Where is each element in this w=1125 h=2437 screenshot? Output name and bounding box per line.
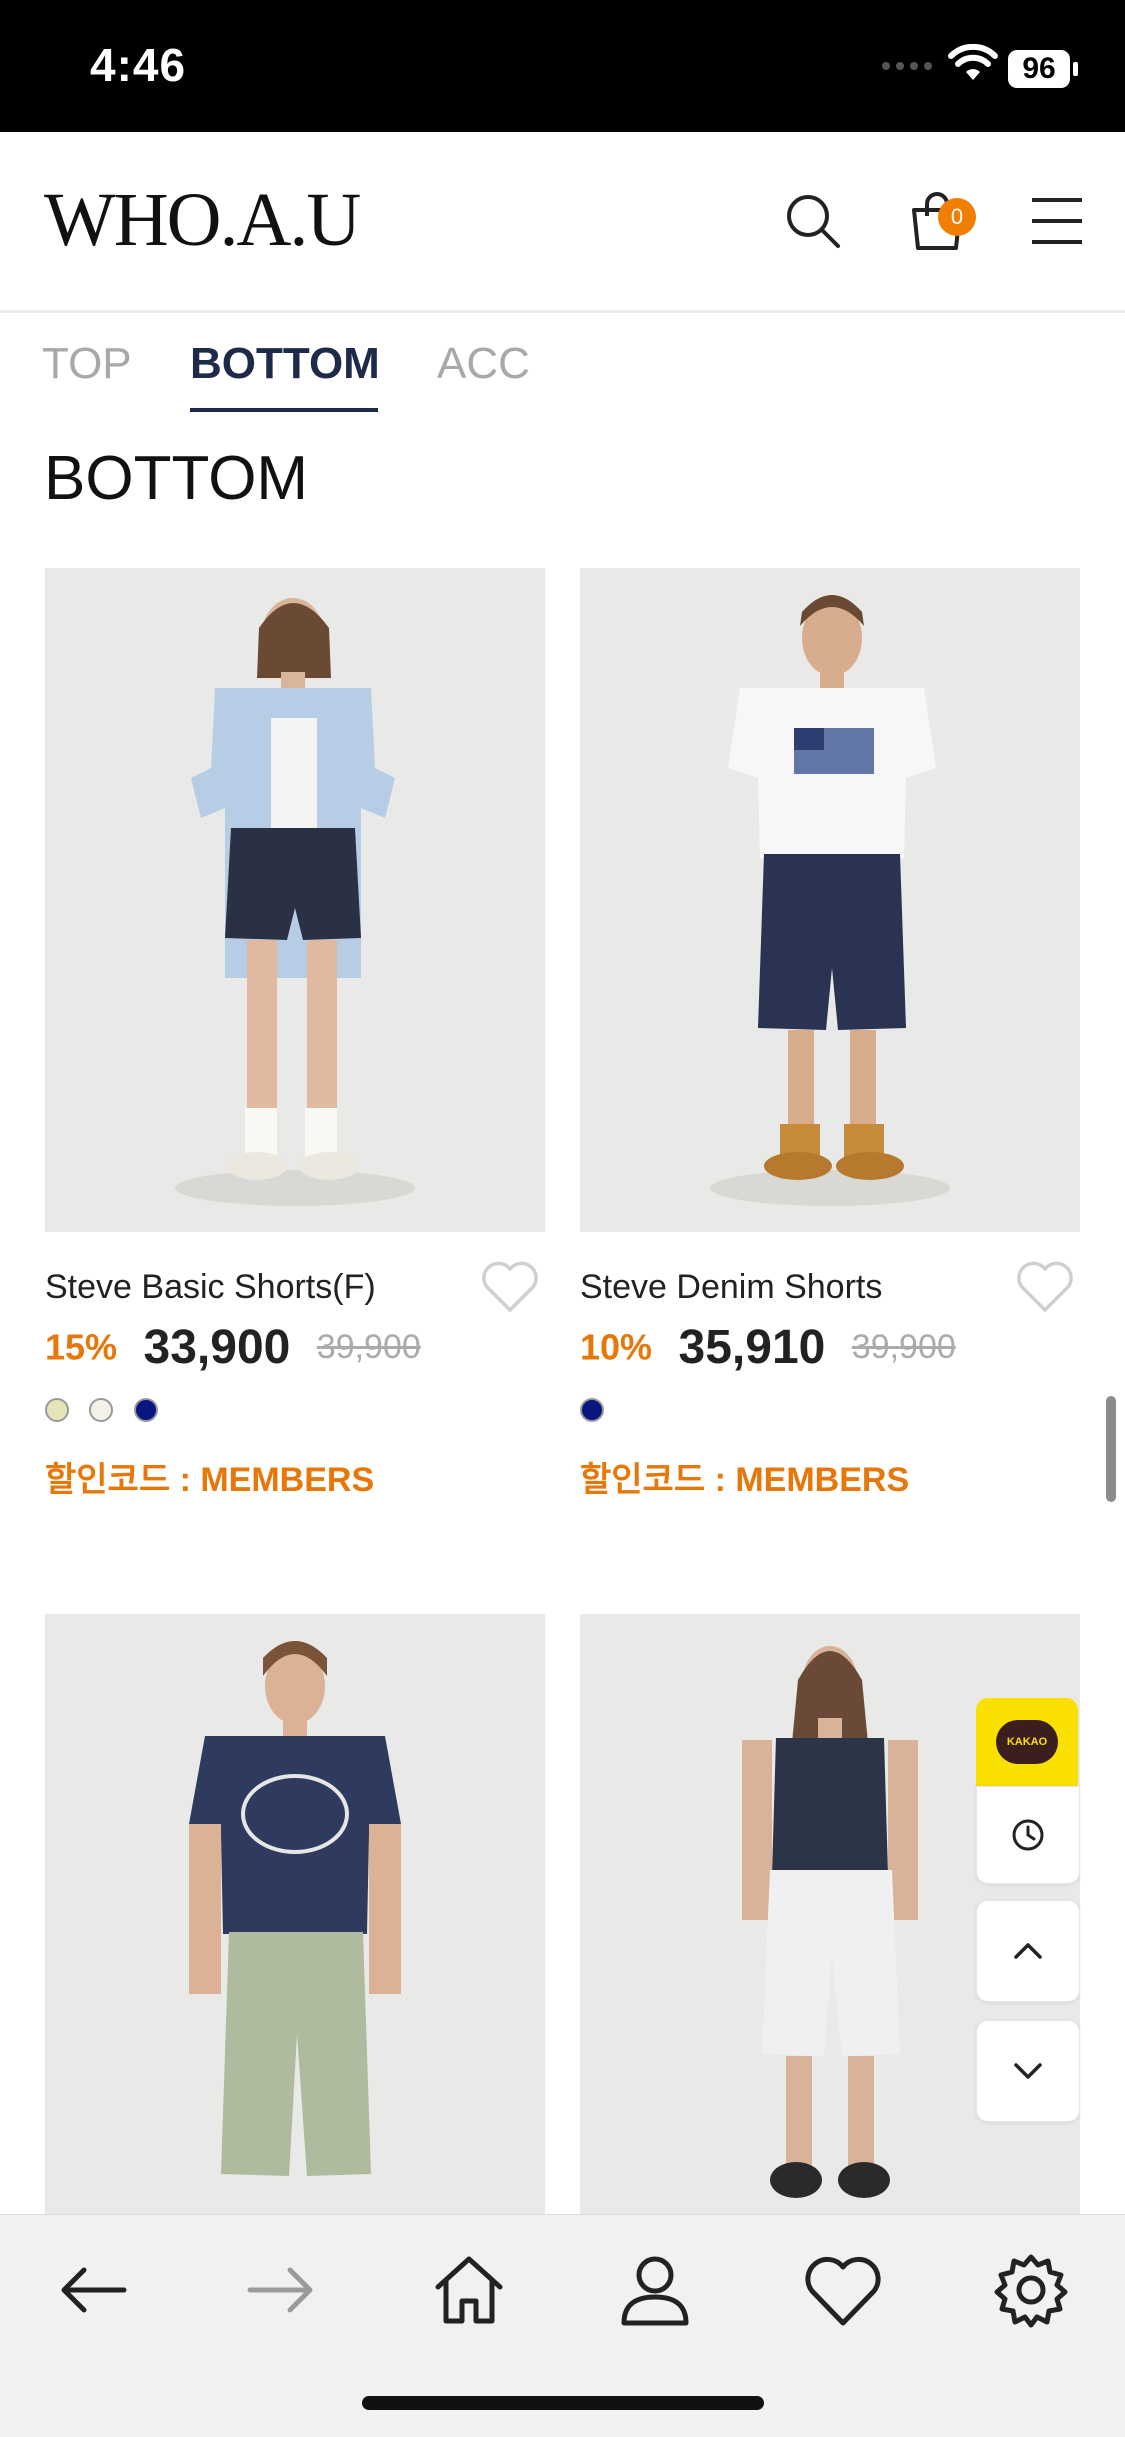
product-card[interactable]: Steve Basic Shorts(F) 15% 33,900 39,900 … (45, 568, 545, 1499)
price-row: 10% 35,910 39,900 (580, 1320, 956, 1380)
product-image[interactable] (45, 1614, 545, 2214)
tab-bottom[interactable]: BOTTOM (190, 334, 380, 394)
kakao-chat-button[interactable]: KAKAO (976, 1698, 1078, 1786)
color-swatches (580, 1398, 620, 1430)
color-swatch (45, 1398, 69, 1422)
kakao-icon: KAKAO (996, 1720, 1058, 1764)
promo-code: 할인코드 : MEMBERS (45, 1461, 375, 1499)
active-tab-indicator (190, 408, 378, 412)
forward-arrow-icon[interactable] (236, 2245, 326, 2335)
battery-nub (1073, 62, 1078, 76)
color-swatch (133, 1398, 158, 1422)
discount-percent: 15% (45, 1326, 118, 1368)
menu-icon[interactable] (1024, 188, 1090, 254)
product-name[interactable]: Steve Denim Shorts (580, 1268, 882, 1307)
home-icon[interactable] (424, 2245, 514, 2335)
status-bar: 4:46 96 (0, 0, 1125, 132)
original-price: 39,900 (316, 1328, 421, 1366)
product-card[interactable] (45, 1614, 545, 2214)
chevron-up-icon (1014, 1943, 1042, 1959)
original-price: 39,900 (851, 1328, 956, 1366)
color-swatches (45, 1398, 174, 1430)
sale-price: 35,910 (678, 1321, 826, 1374)
brand-logo[interactable]: WHO.A.U (44, 180, 361, 260)
promo-code: 할인코드 : MEMBERS (580, 1461, 910, 1499)
user-icon[interactable] (610, 2245, 700, 2335)
heart-icon[interactable] (798, 2245, 888, 2335)
category-tabs: TOP BOTTOM ACC (0, 312, 1125, 416)
wishlist-heart-icon[interactable] (1014, 1258, 1076, 1316)
back-arrow-icon[interactable] (48, 2245, 138, 2335)
page-scrollbar[interactable] (1106, 1396, 1116, 1502)
scroll-bottom-button[interactable] (976, 2020, 1080, 2122)
wishlist-heart-icon[interactable] (479, 1258, 541, 1316)
scroll-top-button[interactable] (976, 1900, 1080, 2002)
signal-icon (882, 62, 932, 70)
gear-icon[interactable] (986, 2245, 1076, 2335)
search-icon[interactable] (780, 188, 846, 254)
chevron-down-icon (1014, 2063, 1042, 2079)
page-title: BOTTOM (44, 444, 309, 513)
clock-icon (1012, 1819, 1044, 1851)
cart-count-badge: 0 (938, 198, 976, 236)
product-image[interactable] (580, 568, 1080, 1232)
discount-percent: 10% (580, 1326, 653, 1368)
sale-price: 33,900 (143, 1321, 291, 1374)
home-indicator (362, 2396, 764, 2410)
product-image[interactable] (45, 568, 545, 1232)
price-row: 15% 33,900 39,900 (45, 1320, 421, 1380)
status-time: 4:46 (90, 39, 187, 91)
tab-acc[interactable]: ACC (437, 334, 530, 394)
battery-indicator: 96 (1008, 50, 1070, 88)
color-swatch (89, 1398, 114, 1422)
site-header: WHO.A.U 0 (0, 132, 1125, 313)
color-swatch (580, 1398, 604, 1422)
product-name[interactable]: Steve Basic Shorts(F) (45, 1268, 376, 1307)
recent-items-button[interactable] (976, 1786, 1080, 1884)
product-card[interactable]: Steve Denim Shorts 10% 35,910 39,900 할인코… (580, 568, 1080, 1499)
wifi-icon (948, 44, 998, 80)
tab-top[interactable]: TOP (42, 334, 132, 394)
